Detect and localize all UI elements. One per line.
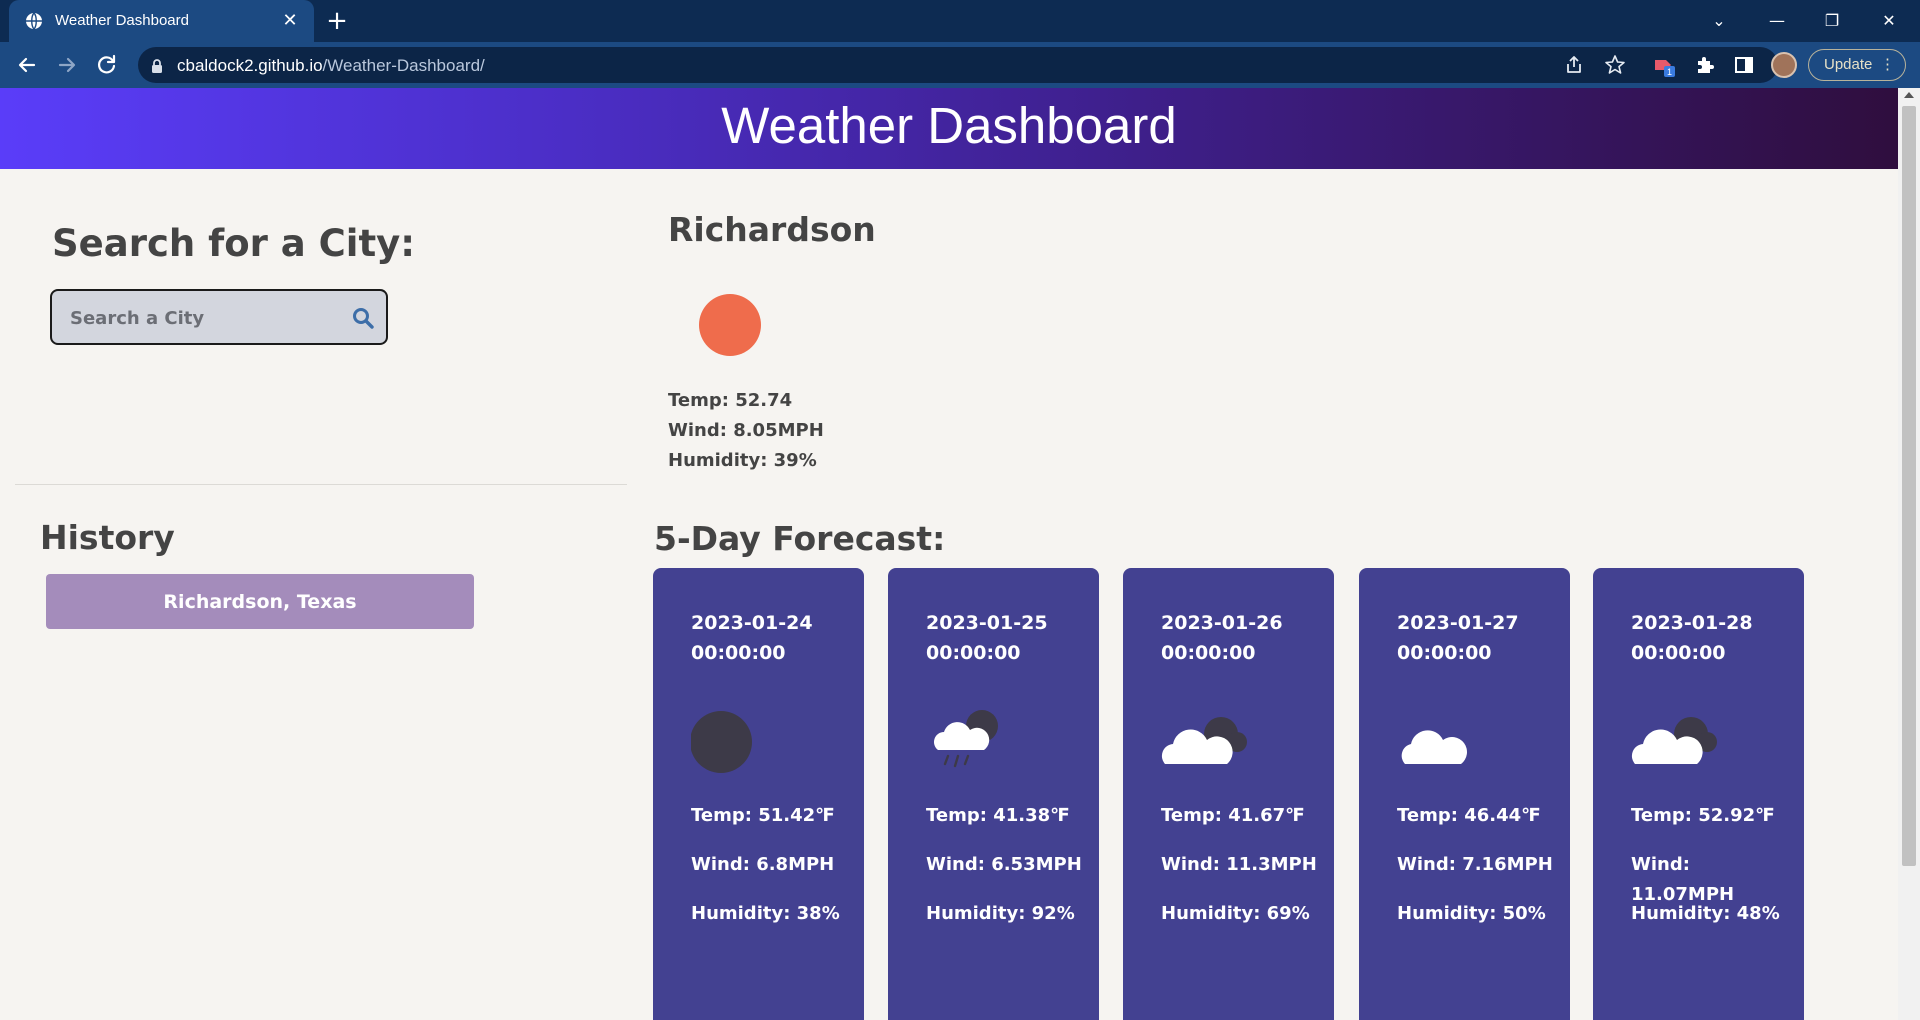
page-content: Weather Dashboard Search for a City: His… [0,88,1898,1020]
forecast-date: 2023-01-28 00:00:00 [1631,612,1753,664]
url-text[interactable]: cbaldock2.github.io/Weather-Dashboard/ [177,56,485,76]
rain-cloud-moon-icon [934,710,998,768]
side-panel-icon[interactable] [1732,53,1756,77]
forecast-humidity: Humidity: 92% [926,903,1075,924]
extensions-puzzle-icon[interactable] [1693,53,1717,77]
forecast-temp: Temp: 51.42℉ [691,805,835,826]
forecast-date: 2023-01-26 00:00:00 [1161,612,1283,664]
forecast-card: 2023-01-27 00:00:00 Temp: 46.44℉ Wind: 7… [1359,568,1570,1020]
lock-icon[interactable] [150,58,164,74]
forecast-date: 2023-01-25 00:00:00 [926,612,1048,664]
forward-icon[interactable] [54,52,80,78]
forecast-humidity: Humidity: 50% [1397,903,1546,924]
forecast-temp: Temp: 46.44℉ [1397,805,1541,826]
forecast-wind: Wind: 6.8MPH [691,854,835,875]
forecast-wind: Wind: 11.3MPH [1161,854,1317,875]
extension-badge-icon[interactable]: 1 [1652,53,1676,77]
forecast-wind: Wind: 6.53MPH [926,854,1082,875]
search-box [50,289,388,345]
extension-badge-count: 1 [1667,67,1672,77]
current-wind: Wind: 8.05MPH [668,420,824,441]
more-menu-icon[interactable]: ⋮ [1880,50,1895,80]
browser-tab[interactable]: Weather Dashboard ✕ [9,0,314,42]
update-label: Update [1824,56,1873,73]
forecast-date: 2023-01-27 00:00:00 [1397,612,1519,664]
tab-title: Weather Dashboard [55,12,189,29]
search-title: Search for a City: [52,222,416,265]
update-button[interactable]: Update ⋮ [1808,49,1906,81]
forecast-temp: Temp: 41.67℉ [1161,805,1305,826]
browser-toolbar: cbaldock2.github.io/Weather-Dashboard/ 1… [0,42,1920,88]
url-path: /Weather-Dashboard/ [322,56,485,75]
cloud-icon [1401,730,1467,764]
globe-icon [26,12,42,30]
share-icon[interactable] [1562,53,1586,77]
cloud-moon-icon [1631,717,1717,764]
profile-avatar[interactable] [1771,52,1797,78]
forecast-humidity: Humidity: 69% [1161,903,1310,924]
forecast-title: 5-Day Forecast: [654,519,946,558]
current-humidity: Humidity: 39% [668,450,817,471]
tab-search-icon[interactable]: ⌄ [1706,8,1732,34]
forecast-humidity: Humidity: 48% [1631,903,1780,924]
bookmark-star-icon[interactable] [1603,53,1627,77]
search-icon[interactable] [352,307,374,329]
page-header: Weather Dashboard [0,88,1898,169]
moon-icon [691,711,752,773]
minimize-button[interactable]: — [1764,8,1790,34]
sun-icon [699,294,761,356]
current-city-name: Richardson [668,210,876,249]
close-tab-icon[interactable]: ✕ [279,10,301,32]
search-input[interactable] [70,305,330,331]
forecast-card: 2023-01-24 00:00:00 Temp: 51.42℉ Wind: 6… [653,568,864,1020]
forecast-card: 2023-01-26 00:00:00 Temp: 41.67℉ Wind: 1… [1123,568,1334,1020]
page-scrollbar[interactable] [1898,88,1920,1020]
new-tab-button[interactable]: + [325,8,349,34]
scrollbar-thumb[interactable] [1902,106,1916,866]
close-window-button[interactable]: ✕ [1876,8,1902,34]
history-title: History [40,518,175,557]
forecast-humidity: Humidity: 38% [691,903,840,924]
forecast-wind: Wind: 7.16MPH [1397,854,1553,875]
scroll-up-icon[interactable] [1904,92,1914,98]
section-divider [15,484,627,485]
page-title: Weather Dashboard [721,97,1177,154]
cloud-moon-icon [1161,717,1247,764]
history-item-button[interactable]: Richardson, Texas [46,574,474,629]
browser-tab-bar: Weather Dashboard ✕ + ⌄ — ❐ ✕ [0,0,1920,42]
forecast-temp: Temp: 41.38℉ [926,805,1070,826]
restore-button[interactable]: ❐ [1819,8,1845,34]
forecast-date: 2023-01-24 00:00:00 [691,612,813,664]
url-host: cbaldock2.github.io [177,56,323,75]
forecast-card: 2023-01-28 00:00:00 Temp: 52.92℉ Wind: 1… [1593,568,1804,1020]
forecast-temp: Temp: 52.92℉ [1631,805,1775,826]
back-icon[interactable] [14,52,40,78]
current-temp: Temp: 52.74 [668,390,793,411]
reload-icon[interactable] [94,52,120,78]
forecast-card: 2023-01-25 00:00:00 Temp: 41.38℉ Wind: 6… [888,568,1099,1020]
